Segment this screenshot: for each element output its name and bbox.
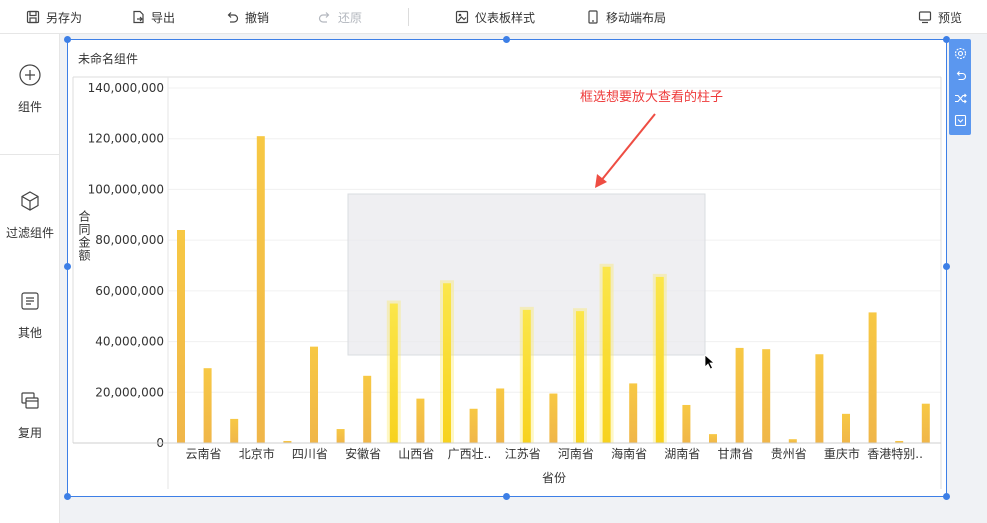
undo-button[interactable]: 撤销 [225, 0, 269, 34]
resize-handle-bottom-right[interactable] [943, 493, 950, 500]
bar[interactable] [496, 388, 505, 443]
bar[interactable] [256, 136, 265, 443]
bar[interactable] [682, 404, 691, 443]
save-icon [26, 10, 40, 24]
bar-highlighted[interactable] [576, 311, 584, 443]
sidebar-divider [0, 154, 60, 155]
export-button[interactable]: 导出 [131, 0, 175, 34]
collapse-icon[interactable] [952, 113, 968, 129]
redo-label: 还原 [338, 10, 363, 25]
cube-icon [21, 191, 39, 211]
sidebar-item-other[interactable]: 其他 [0, 290, 60, 341]
bar[interactable] [177, 230, 185, 443]
resize-handle-bottom-left[interactable] [64, 493, 71, 500]
resize-handle-top[interactable] [503, 36, 510, 43]
mobile-layout-button[interactable]: 移动端布局 [586, 0, 666, 34]
resize-handle-top-left[interactable] [64, 36, 71, 43]
save-as-label: 另存为 [46, 10, 83, 25]
bar[interactable] [283, 440, 292, 443]
sidebar-item-reuse[interactable]: 复用 [0, 390, 60, 441]
bar[interactable] [230, 418, 239, 443]
preview-label: 预览 [938, 10, 963, 25]
document-icon [21, 292, 39, 310]
palette-icon [455, 10, 469, 24]
toolbar-divider [408, 8, 409, 26]
mobile-layout-label: 移动端布局 [606, 10, 667, 25]
undo-icon [227, 12, 239, 23]
sidebar-item-label: 复用 [17, 426, 42, 440]
plus-circle-icon [19, 64, 41, 86]
undo-icon[interactable] [952, 68, 968, 84]
sidebar-item-label: 组件 [17, 100, 42, 114]
bar-highlighted[interactable] [522, 309, 531, 443]
export-icon [133, 10, 144, 24]
widget-title: 未命名组件 [78, 52, 139, 66]
bar[interactable] [629, 383, 638, 443]
bar[interactable] [921, 403, 930, 443]
preview-button[interactable]: 预览 [918, 0, 962, 34]
redo-icon [318, 12, 330, 23]
undo-label: 撤销 [245, 10, 270, 25]
resize-handle-left[interactable] [64, 263, 71, 270]
bar[interactable] [203, 368, 212, 443]
settings-icon[interactable] [952, 45, 968, 61]
resize-handle-right[interactable] [943, 263, 950, 270]
bar[interactable] [788, 439, 797, 443]
bar[interactable] [363, 375, 372, 443]
sidebar-item-label: 过滤组件 [5, 226, 54, 240]
annotation-text: 框选想要放大查看的柱子 [580, 90, 724, 105]
bar-highlighted[interactable] [655, 276, 664, 443]
dashboard-style-button[interactable]: 仪表板样式 [455, 0, 535, 34]
bar-highlighted[interactable] [443, 283, 451, 443]
export-label: 导出 [151, 10, 176, 25]
dashboard-style-label: 仪表板样式 [475, 10, 536, 25]
chart-widget[interactable]: 未命名组件 [67, 39, 947, 497]
bar[interactable] [842, 413, 850, 443]
bar[interactable] [310, 346, 318, 443]
toolbar: 另存为 导出 撤销 还原 仪表板样式 移动端布局 预览 [0, 0, 987, 34]
save-as-button[interactable]: 另存为 [26, 0, 82, 34]
bar[interactable] [709, 434, 717, 443]
resize-handle-bottom[interactable] [503, 493, 510, 500]
monitor-icon [918, 11, 932, 24]
mouse-cursor-icon [704, 354, 716, 370]
bar[interactable] [868, 312, 877, 443]
bar[interactable] [735, 347, 744, 443]
copy-icon [21, 392, 39, 409]
bar[interactable] [815, 354, 824, 443]
bar[interactable] [762, 349, 771, 443]
bar-highlighted[interactable] [389, 303, 398, 443]
sidebar-item-filter-components[interactable]: 过滤组件 [0, 190, 60, 241]
shuffle-icon[interactable] [952, 90, 968, 106]
sidebar-item-label: 其他 [17, 326, 42, 340]
left-sidebar: 组件 过滤组件 其他 复用 [0, 34, 60, 523]
mobile-icon [588, 10, 598, 24]
bar[interactable] [336, 429, 345, 443]
sidebar-item-components[interactable]: 组件 [0, 64, 60, 115]
widget-toolbar [949, 39, 971, 135]
bar[interactable] [416, 398, 425, 443]
redo-button[interactable]: 还原 [318, 0, 362, 34]
bar[interactable] [469, 408, 478, 443]
bar-highlighted[interactable] [602, 266, 611, 443]
bar[interactable] [895, 440, 904, 443]
bar[interactable] [549, 393, 558, 443]
